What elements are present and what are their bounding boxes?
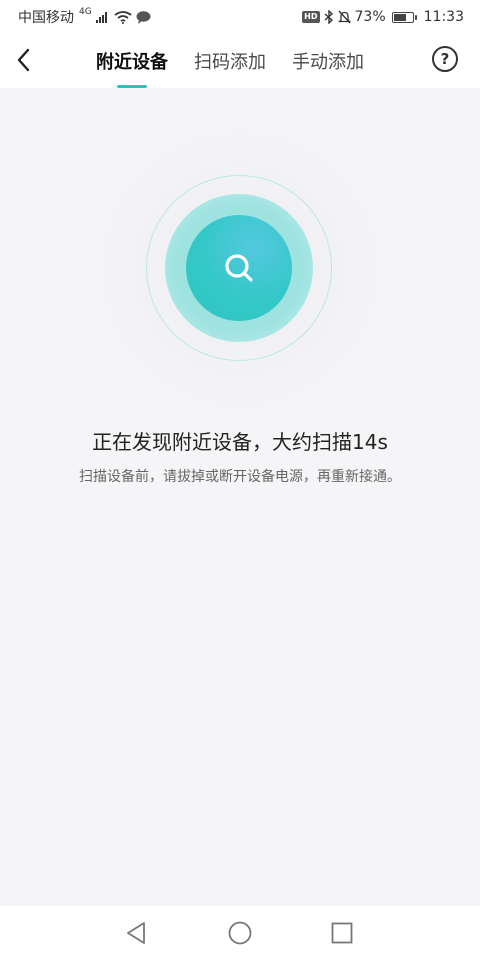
search-icon <box>225 254 253 282</box>
tab-manual-add[interactable]: 手动添加 <box>292 34 364 88</box>
status-left: 中国移动 4G <box>18 7 151 27</box>
mute-bell-icon <box>337 10 351 24</box>
nav-back-button[interactable] <box>124 920 150 946</box>
message-notification-icon <box>136 10 151 24</box>
carrier-name: 中国移动 <box>18 10 74 26</box>
status-bar: 中国移动 4G HD 73% 11:33 <box>0 0 480 34</box>
tab-label: 手动添加 <box>292 52 364 73</box>
tab-label: 附近设备 <box>96 52 168 73</box>
hd-badge: HD <box>302 11 320 23</box>
battery-percent: 73% <box>354 9 386 25</box>
scan-radar <box>90 124 390 414</box>
chevron-left-icon <box>17 48 30 72</box>
clock-time: 11:33 <box>423 9 464 25</box>
signal-icon <box>95 12 107 23</box>
question-circle-icon: ? <box>440 50 450 68</box>
battery-fill <box>393 13 407 21</box>
top-navigation-bar: 附近设备 扫码添加 手动添加 ? <box>0 34 480 88</box>
tab-bar: 附近设备 扫码添加 手动添加 <box>96 34 364 88</box>
tab-scan-code-add[interactable]: 扫码添加 <box>194 34 266 88</box>
nav-recents-button[interactable] <box>329 920 355 946</box>
circle-home-icon <box>228 921 252 945</box>
square-recents-icon <box>331 922 353 944</box>
tab-nearby-devices[interactable]: 附近设备 <box>96 34 168 88</box>
scan-hint-text: 扫描设备前，请拔掉或断开设备电源，再重新接通。 <box>79 469 401 485</box>
triangle-back-icon <box>127 922 145 944</box>
tab-label: 扫码添加 <box>194 52 266 73</box>
network-type: 4G <box>79 7 92 17</box>
status-right: HD 73% 11:33 <box>302 9 464 25</box>
system-navigation-bar <box>0 906 480 960</box>
wifi-icon <box>114 10 132 24</box>
scan-content: 正在发现附近设备，大约扫描14s 扫描设备前，请拔掉或断开设备电源，再重新接通。 <box>0 88 480 906</box>
help-button[interactable]: ? <box>432 46 458 72</box>
scan-status-title: 正在发现附近设备，大约扫描14s <box>92 430 388 454</box>
battery-icon <box>391 11 417 23</box>
scan-button <box>186 215 292 321</box>
nav-home-button[interactable] <box>227 920 253 946</box>
bluetooth-icon <box>324 10 333 24</box>
back-button[interactable] <box>6 42 40 78</box>
